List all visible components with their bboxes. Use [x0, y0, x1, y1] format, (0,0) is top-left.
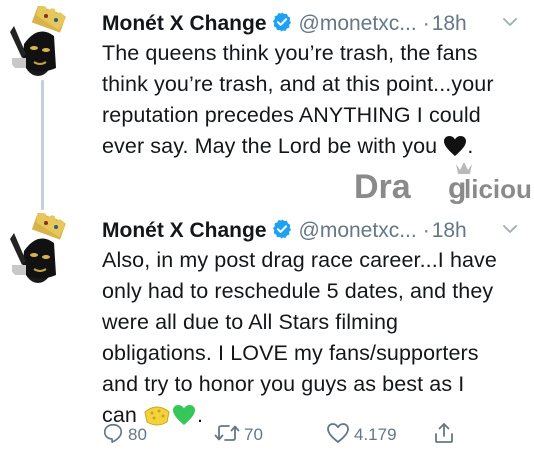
tweet-header: Monét X Change @monetxc... ·18h [102, 217, 467, 245]
tweet-text-line: think you’re trash, and at this point...… [102, 72, 494, 96]
thread-connector-line [41, 80, 44, 210]
watermark-text-licious: licious [464, 174, 532, 204]
tweet-text: The queens think you’re trash, the fans … [102, 38, 522, 166]
tweet-text-line: reputation precedes ANYTHING I could [102, 103, 481, 127]
display-name[interactable]: Monét X Change [102, 219, 267, 242]
retweet-button[interactable]: 70 [214, 420, 263, 450]
timestamp[interactable]: 18h [432, 219, 467, 242]
display-name[interactable]: Monét X Change [102, 12, 267, 35]
tweet-header: Monét X Change @monetxc... ·18h [102, 10, 467, 38]
separator: · [422, 12, 430, 35]
tweet-text: Also, in my post drag race career...I ha… [102, 245, 522, 435]
chevron-down-icon[interactable] [500, 12, 520, 32]
tweet-text-fragment: ever say. May the Lord be with you [102, 134, 438, 158]
user-handle[interactable]: @monetxc... [299, 219, 417, 242]
watermark-text-dra: Dra [354, 168, 412, 206]
separator: · [422, 219, 430, 242]
tweet-text-line: and try to honor you guys as best as I [102, 372, 465, 396]
reply-icon [102, 422, 124, 449]
timestamp[interactable]: 18h [432, 12, 467, 35]
reply-button[interactable]: 80 [102, 420, 147, 450]
chevron-down-icon[interactable] [500, 219, 520, 239]
tweet-actions: 80 70 4.179 [102, 420, 522, 450]
user-handle[interactable]: @monetxc... [299, 12, 417, 35]
avatar[interactable] [4, 6, 76, 78]
share-icon [432, 421, 456, 450]
reply-count: 80 [128, 425, 147, 444]
share-button[interactable] [432, 420, 456, 450]
like-icon [326, 422, 350, 449]
retweet-count: 70 [244, 425, 263, 444]
tweet-thread: Monét X Change @monetxc... ·18h The queens… [0, 0, 534, 462]
tweet-text-line: only had to reschedule 5 dates, and they [102, 279, 494, 303]
tweet-text-line: were all due to All Stars filming [102, 310, 399, 334]
verified-badge-icon [271, 11, 293, 41]
like-count: 4.179 [354, 425, 397, 444]
tweet-text-line: obligations. I LOVE my fans/supporters [102, 341, 479, 365]
retweet-icon [214, 422, 240, 449]
tweet-text-end: . [467, 134, 474, 158]
watermark-logo: Dra g licious [352, 160, 534, 210]
avatar[interactable] [4, 213, 76, 285]
tweet-text-line: Also, in my post drag race career...I ha… [102, 248, 497, 272]
verified-badge-icon [271, 218, 293, 248]
like-button[interactable]: 4.179 [326, 420, 397, 450]
tweet-text-line: The queens think you’re trash, the fans [102, 41, 478, 65]
